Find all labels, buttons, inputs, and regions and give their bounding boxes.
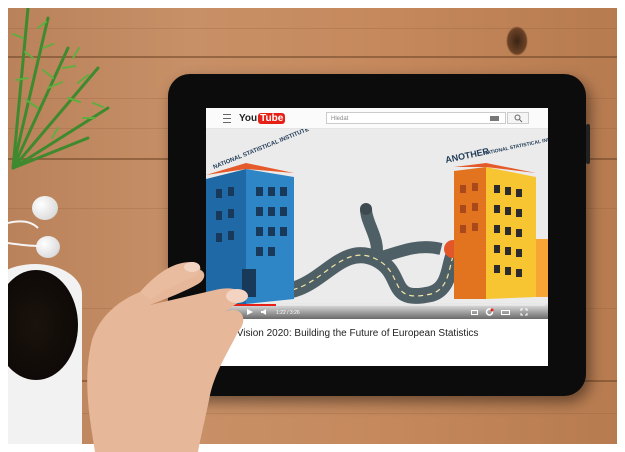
left-building-sign: NATIONAL STATISTICAL INSTITUTE bbox=[213, 129, 311, 171]
tablet: You Tube Hledat NATIONAL STATISTICAL INS… bbox=[168, 74, 590, 396]
theater-icon[interactable] bbox=[501, 310, 510, 315]
progress-fill bbox=[209, 304, 277, 306]
settings-icon[interactable] bbox=[485, 308, 494, 316]
video-player[interactable]: NATIONAL STATISTICAL INSTITUTE ANOTHER N… bbox=[206, 129, 548, 319]
search-input[interactable]: Hledat bbox=[326, 112, 506, 124]
photo-scene: You Tube Hledat NATIONAL STATISTICAL INS… bbox=[8, 8, 617, 444]
play-icon[interactable] bbox=[246, 308, 254, 316]
video-title[interactable]: ESS Vision 2020: Building the Future of … bbox=[214, 327, 540, 341]
fullscreen-icon[interactable] bbox=[520, 308, 528, 316]
search-icon bbox=[514, 114, 523, 123]
logo-you: You bbox=[239, 112, 258, 124]
search-text: Hledat bbox=[331, 116, 349, 122]
video-frame: NATIONAL STATISTICAL INSTITUTE ANOTHER N… bbox=[206, 129, 548, 307]
plant-leaves bbox=[11, 8, 110, 170]
player-controls: 1:22 / 3:26 bbox=[206, 303, 548, 319]
keyboard-icon[interactable] bbox=[490, 116, 499, 121]
subtitles-icon[interactable] bbox=[471, 310, 478, 315]
volume-icon[interactable] bbox=[260, 308, 269, 316]
search-button[interactable] bbox=[507, 112, 529, 124]
progress-bar[interactable] bbox=[209, 304, 545, 306]
earphone-cable bbox=[8, 220, 41, 247]
left-building bbox=[206, 163, 294, 307]
wood-knot bbox=[506, 26, 528, 56]
right-building bbox=[454, 163, 548, 299]
youtube-header: You Tube Hledat bbox=[206, 108, 548, 129]
logo-tube: Tube bbox=[258, 112, 286, 124]
right-building-sign: NATIONAL STATISTICAL INSTITUTE bbox=[483, 133, 548, 157]
time-display: 1:22 / 3:26 bbox=[276, 310, 300, 316]
tablet-screen: You Tube Hledat NATIONAL STATISTICAL INS… bbox=[206, 108, 548, 366]
menu-icon[interactable] bbox=[223, 114, 231, 123]
youtube-logo[interactable]: You Tube bbox=[239, 112, 286, 124]
